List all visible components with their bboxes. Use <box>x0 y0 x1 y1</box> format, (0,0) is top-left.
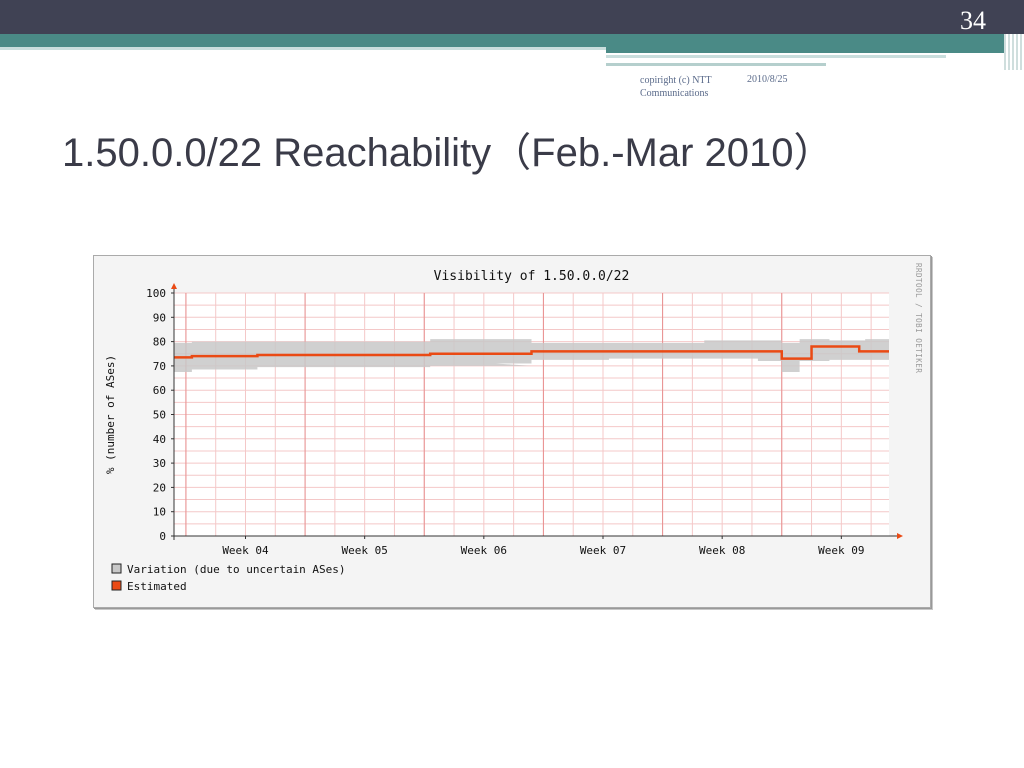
header-stripes <box>1004 34 1024 70</box>
slide-title: 1.50.0.0/22 Reachability（Feb.-Mar 2010） <box>62 131 834 175</box>
y-tick-label: 50 <box>153 409 166 422</box>
y-tick-label: 60 <box>153 384 166 397</box>
x-tick-label: Week 07 <box>580 544 626 557</box>
y-tick-label: 10 <box>153 506 166 519</box>
x-tick-label: Week 06 <box>461 544 507 557</box>
y-tick-label: 30 <box>153 457 166 470</box>
x-tick-label: Week 09 <box>818 544 864 557</box>
legend-label: Estimated <box>127 580 187 593</box>
header-bar-teal-step <box>606 47 1004 53</box>
y-tick-label: 80 <box>153 336 166 349</box>
footer-copyright: copiright (c) NTT Communications <box>640 75 712 99</box>
chart-image: 0 10 20 30 40 50 60 70 80 90 100 Week 04 Week 05 Week… <box>93 255 931 608</box>
header-bar-accent-line <box>606 55 946 58</box>
watermark: RRDTOOL / TOBI OETIKER <box>914 263 923 373</box>
legend-swatch <box>111 580 122 591</box>
y-tick-label: 100 <box>146 287 166 300</box>
y-axis-arrow <box>171 283 177 289</box>
legend-label: Variation (due to uncertain ASes) <box>127 563 346 576</box>
header-bar-accent-line-short <box>606 63 826 66</box>
y-tick-label: 70 <box>153 360 166 373</box>
header-bar-accent <box>0 47 606 50</box>
visibility-chart: 0 10 20 30 40 50 60 70 80 90 100 Week 04 Week 05 Week… <box>104 263 923 593</box>
y-tick-label: 0 <box>159 530 166 543</box>
page-number: 34 <box>960 6 986 35</box>
footer-date: 2010/8/25 <box>747 74 788 85</box>
header-bar-teal <box>0 34 1004 47</box>
y-tick-label: 20 <box>153 481 166 494</box>
legend-swatch <box>111 563 122 574</box>
x-tick-label: Week 08 <box>699 544 745 557</box>
y-tick-label: 90 <box>153 311 166 324</box>
x-axis-arrow <box>897 533 903 539</box>
y-axis-label: % (number of ASes) <box>104 355 117 474</box>
header-bar-dark <box>0 0 1024 34</box>
x-tick-label: Week 04 <box>222 544 269 557</box>
y-tick-label: 40 <box>153 433 166 446</box>
chart-title: Visibility of 1.50.0.0/22 <box>434 269 630 284</box>
x-tick-label: Week 05 <box>341 544 387 557</box>
